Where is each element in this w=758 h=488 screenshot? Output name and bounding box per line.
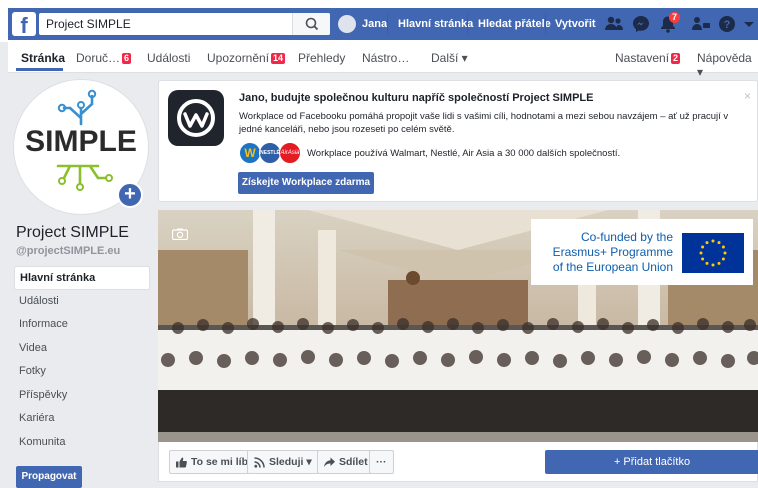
tab-settings[interactable]: Nastavení 2 [615,51,681,65]
share-arrow-icon [324,457,335,467]
like-label: To se mi líbí [191,456,251,468]
erasmus-text: Co-funded by the Erasmus+ Programme of t… [552,230,673,274]
sidebar-item-posts[interactable]: Příspěvky [14,384,150,408]
like-button[interactable]: To se mi líbí [169,450,258,474]
walmart-logo-icon: W [239,142,261,164]
follow-button[interactable]: Sleduji ▾ [247,450,319,474]
ad-title: Jano, budujte společnou kulturu napříč s… [239,92,594,104]
settings-count-badge: 2 [671,53,681,64]
workplace-ad: Jano, budujte společnou kulturu napříč s… [158,80,758,202]
tab-inbox[interactable]: Doruč… 6 [76,51,132,65]
sidebar-item-photos[interactable]: Fotky [14,360,150,384]
workplace-logo-icon [168,90,224,146]
tab-tools[interactable]: Nástro… [362,51,409,65]
search-button[interactable] [292,13,330,35]
tab-page[interactable]: Stránka [21,51,65,65]
sidebar-item-community[interactable]: Komunita [14,431,150,455]
divider [387,14,388,34]
tab-help[interactable]: Nápověda ▾ [697,51,758,79]
find-friends-link[interactable]: Hledat přátele [478,18,551,30]
tab-label: Upozornění [207,51,270,65]
eu-flag-icon [682,233,744,273]
sidebar-item-jobs[interactable]: Kariéra [14,407,150,431]
share-button[interactable]: Sdílet [317,450,375,474]
search-icon [305,17,319,31]
facebook-logo-icon[interactable]: f [12,12,36,36]
tab-notifications[interactable]: Upozornění 14 [207,51,286,65]
nav-profile-link[interactable]: Jana [338,15,387,33]
create-link[interactable]: Vytvořit [555,18,596,30]
inbox-count-badge: 6 [122,53,132,64]
promote-button[interactable]: Propagovat [16,466,82,488]
left-navigation: Hlavní stránka Události Informace Videa … [14,266,150,454]
quick-help-icon[interactable] [691,14,713,34]
tab-events[interactable]: Události [147,51,190,65]
thumbs-up-icon [176,457,187,467]
sidebar-item-about[interactable]: Informace [14,313,150,337]
camera-icon[interactable] [172,228,188,240]
search-input[interactable]: Project SIMPLE [46,17,131,31]
add-button-cta[interactable]: + Přidat tlačítko [545,450,758,474]
page-actions-bar: To se mi líbí Sleduji ▾ Sdílet ··· + Při… [158,442,758,482]
notifications-count-badge: 14 [271,53,286,64]
erasmus-cofunded-banner: Co-funded by the Erasmus+ Programme of t… [531,219,753,285]
page-username[interactable]: @projectSIMPLE.eu [16,245,120,257]
user-name: Jana [362,18,388,30]
get-workplace-button[interactable]: Získejte Workplace zdarma [238,172,374,194]
divider [545,14,546,34]
tab-more[interactable]: Další ▾ [431,51,468,65]
friend-requests-icon[interactable] [604,14,626,34]
sidebar-item-home[interactable]: Hlavní stránka [14,266,150,290]
ad-brand-logos: W NESTLÉ AirAsia [239,142,301,164]
svg-text:?: ? [724,19,731,31]
sidebar-item-events[interactable]: Události [14,290,150,314]
logo-text: SIMPLE [25,125,137,158]
ad-brands-text: Workplace používá Walmart, Nestlé, Air A… [307,148,621,159]
sidebar-item-videos[interactable]: Videa [14,337,150,361]
notifications-badge: 7 [669,12,681,23]
messenger-icon[interactable] [631,14,653,34]
account-menu-chevron-icon[interactable] [742,14,756,34]
top-bar: f Project SIMPLE Jana Hlavní stránka Hle… [0,0,758,42]
tab-label: Doruč… [76,51,121,65]
help-icon[interactable]: ? [717,14,739,34]
search-box[interactable]: Project SIMPLE [39,13,330,35]
ad-body: Workplace od Facebooku pomáhá propojit v… [239,111,729,135]
home-link[interactable]: Hlavní stránka [398,18,473,30]
page-title: Project SIMPLE [16,224,129,241]
close-icon[interactable]: × [744,89,751,103]
airasia-logo-icon: AirAsia [279,142,301,164]
more-actions-button[interactable]: ··· [369,450,394,474]
avatar [338,15,356,33]
share-label: Sdílet [339,456,368,468]
tab-label: Nastavení [615,51,670,65]
divider [467,14,468,34]
active-tab-indicator [16,68,63,71]
follow-label: Sleduji ▾ [269,456,312,468]
nestle-logo-icon: NESTLÉ [259,142,281,164]
add-profile-photo-button[interactable]: + [117,182,143,208]
rss-icon [254,456,265,468]
tab-insights[interactable]: Přehledy [298,51,345,65]
